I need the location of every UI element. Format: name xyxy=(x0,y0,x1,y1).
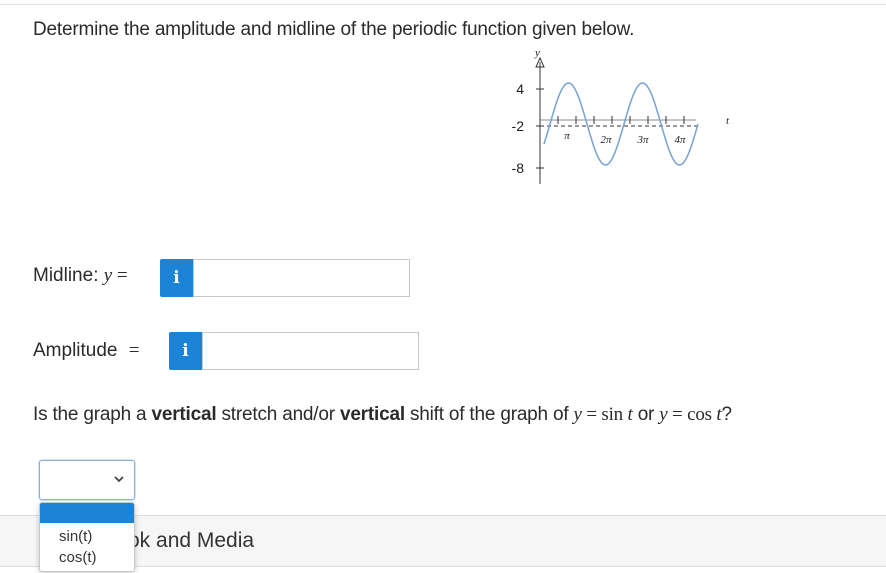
y-axis-label: y xyxy=(534,47,540,59)
chevron-down-icon xyxy=(114,476,124,483)
x-tick-2pi: 2π xyxy=(600,134,612,146)
midline-input[interactable] xyxy=(193,259,410,297)
midline-info-icon[interactable]: i xyxy=(160,259,193,297)
amplitude-info-icon[interactable]: i xyxy=(169,332,202,370)
stretch-shift-question: Is the graph a vertical stretch and/or v… xyxy=(33,404,732,425)
select-dropdown-list: sin(t) cos(t) xyxy=(39,502,135,572)
x-tick-3pi: 3π xyxy=(636,134,649,146)
amplitude-input[interactable] xyxy=(202,332,419,370)
y-tick-neg8: -8 xyxy=(512,160,525,176)
t-axis-label: t xyxy=(726,115,730,127)
y-tick-neg2: -2 xyxy=(512,118,525,134)
top-divider xyxy=(0,4,886,5)
dropdown-option-cos[interactable]: cos(t) xyxy=(59,549,97,566)
dropdown-option-sin[interactable]: sin(t) xyxy=(59,528,92,545)
x-tick-4pi: 4π xyxy=(674,134,686,146)
x-tick-pi: π xyxy=(564,130,570,142)
midline-label: Midline: y = xyxy=(33,265,128,286)
y-tick-4: 4 xyxy=(516,81,524,97)
sine-curve xyxy=(543,82,699,166)
dropdown-option-blank[interactable] xyxy=(40,503,134,523)
amplitude-label: Amplitude = xyxy=(33,340,140,361)
bottom-bar-text[interactable]: ok and Media xyxy=(128,529,254,553)
function-select[interactable] xyxy=(39,460,135,500)
function-graph: y 4 -2 -8 t π 2π 3π 4π xyxy=(512,47,730,184)
question-text: Determine the amplitude and midline of t… xyxy=(33,19,635,40)
